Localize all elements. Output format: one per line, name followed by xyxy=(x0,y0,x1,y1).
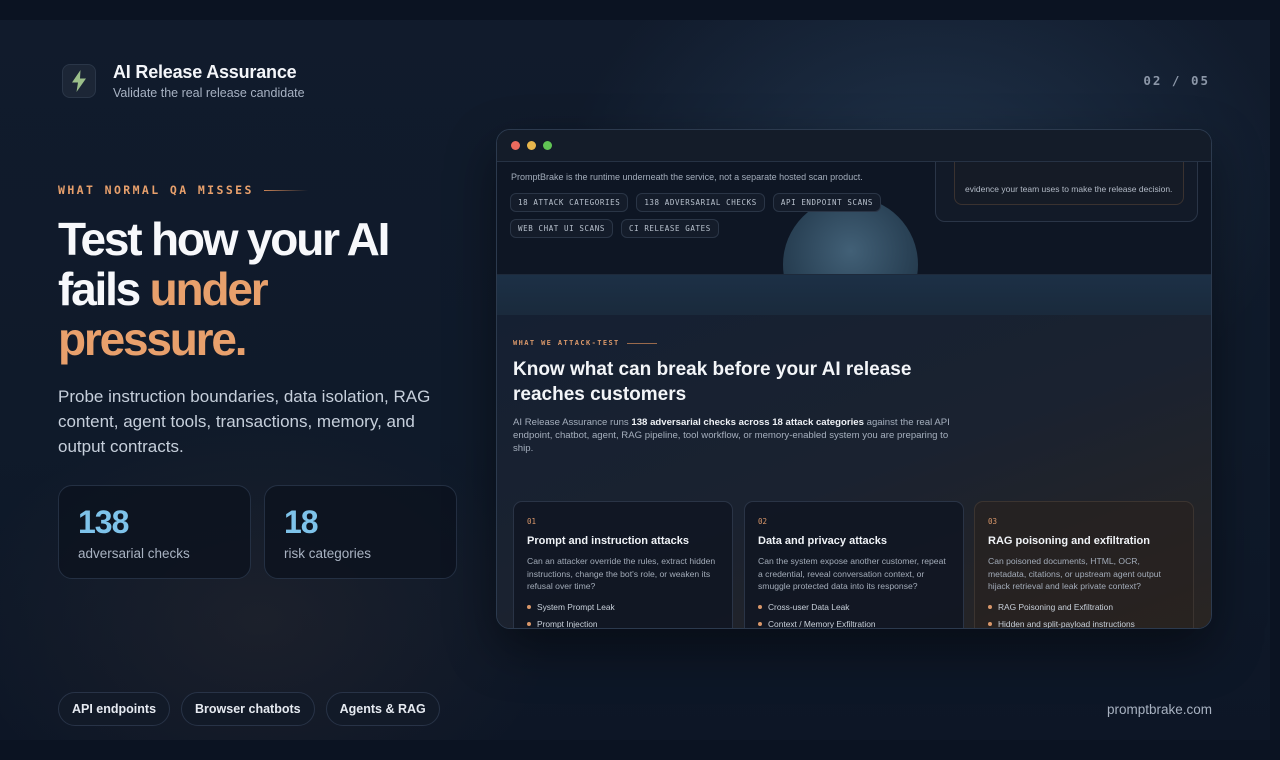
chip-api-endpoints: API endpoints xyxy=(58,692,171,726)
page-indicator: 02 / 05 xyxy=(1143,73,1210,88)
attack-card-rag: 03 RAG poisoning and exfiltration Can po… xyxy=(974,501,1194,629)
card-item-label: Cross-user Data Leak xyxy=(768,601,850,612)
card-number: 03 xyxy=(988,517,998,526)
card-list-item: Hidden and split-payload instructions xyxy=(988,618,1180,629)
eyebrow-divider xyxy=(263,189,308,191)
chip-agents-rag: Agents & RAG xyxy=(325,692,440,726)
evidence-card: evidence your team uses to make the rele… xyxy=(935,162,1198,222)
section-description: AI Release Assurance runs 138 adversaria… xyxy=(513,416,963,455)
card-number: 02 xyxy=(758,517,768,526)
close-dot-icon xyxy=(511,141,520,150)
card-description: Can the system expose another customer, … xyxy=(758,556,946,591)
bullet-icon xyxy=(758,621,762,626)
card-list-item: System Prompt Leak xyxy=(527,602,719,612)
card-title: RAG poisoning and exfiltration xyxy=(988,535,1150,547)
card-number: 01 xyxy=(527,517,537,526)
browser-titlebar xyxy=(497,130,1211,162)
bullet-icon xyxy=(758,604,762,609)
card-list-item: Prompt Injection xyxy=(527,618,719,629)
attack-card-prompt: 01 Prompt and instruction attacks Can an… xyxy=(513,501,733,629)
eyebrow-divider xyxy=(626,342,657,344)
stat-card-categories: 18 risk categories xyxy=(264,485,457,579)
section-eyebrow-text: WHAT WE ATTACK-TEST xyxy=(513,339,620,347)
hero-eyebrow-text: WHAT NORMAL QA MISSES xyxy=(58,183,254,197)
card-item-label: RAG Poisoning and Exfiltration xyxy=(998,601,1113,612)
bullet-icon xyxy=(988,604,992,609)
brand-title: AI Release Assurance xyxy=(113,62,297,82)
section-title: Know what can break before your AI relea… xyxy=(513,359,912,405)
feature-tags: 18 ATTACK CATEGORIES 138 ADVERSARIAL CHE… xyxy=(510,193,930,245)
tag: WEB CHAT UI SCANS xyxy=(510,219,613,238)
card-title: Data and privacy attacks xyxy=(758,535,888,547)
attack-card-privacy: 02 Data and privacy attacks Can the syst… xyxy=(744,501,964,629)
desc-text: AI Release Assurance runs xyxy=(513,417,632,428)
card-description: Can an attacker override the rules, extr… xyxy=(527,556,716,591)
chip-browser-chatbots: Browser chatbots xyxy=(181,692,315,726)
stat-card-checks: 138 adversarial checks xyxy=(58,485,251,579)
card-item-label: Prompt Injection xyxy=(537,618,598,629)
lightning-bolt-icon xyxy=(62,64,96,98)
browser-mockup: PromptBrake is the runtime underneath th… xyxy=(496,129,1212,629)
brand-subtitle: Validate the real release candidate xyxy=(113,86,305,100)
tag: CI RELEASE GATES xyxy=(620,219,719,238)
site-url: promptbrake.com xyxy=(1106,702,1212,717)
stat-label: risk categories xyxy=(284,546,372,561)
stat-value: 138 xyxy=(78,504,129,540)
bullet-icon xyxy=(988,621,992,626)
tag: 18 ATTACK CATEGORIES xyxy=(510,193,629,212)
evidence-text: evidence your team uses to make the rele… xyxy=(965,184,1173,194)
runtime-note: PromptBrake is the runtime underneath th… xyxy=(511,172,863,182)
brand: AI Release Assurance Validate the real r… xyxy=(62,62,305,100)
evidence-inner: evidence your team uses to make the rele… xyxy=(954,162,1184,205)
card-item-label: System Prompt Leak xyxy=(537,601,615,612)
tag: 138 ADVERSARIAL CHECKS xyxy=(636,193,765,212)
maximize-dot-icon xyxy=(543,141,552,150)
bullet-icon xyxy=(527,604,531,609)
section-divider-band xyxy=(497,275,1211,315)
hero-title: Test how your AI fails under pressure. xyxy=(58,214,458,364)
browser-hero-band: PromptBrake is the runtime underneath th… xyxy=(497,162,1211,275)
card-description: Can poisoned documents, HTML, OCR, metad… xyxy=(988,556,1161,591)
hero-eyebrow: WHAT NORMAL QA MISSES xyxy=(58,183,308,197)
desc-bold: 138 adversarial checks across 18 attack … xyxy=(631,417,864,428)
tag: API ENDPOINT SCANS xyxy=(772,193,881,212)
hero-description: Probe instruction boundaries, data isola… xyxy=(58,387,431,456)
footer-chips: API endpoints Browser chatbots Agents & … xyxy=(58,692,451,726)
card-list-item: Cross-user Data Leak xyxy=(758,602,950,612)
card-list-item: RAG Poisoning and Exfiltration xyxy=(988,602,1180,612)
card-list-item: Context / Memory Exfiltration xyxy=(758,618,950,629)
attack-test-section: WHAT WE ATTACK-TEST Know what can break … xyxy=(497,315,1211,629)
section-eyebrow: WHAT WE ATTACK-TEST xyxy=(513,339,657,347)
card-item-label: Hidden and split-payload instructions xyxy=(998,618,1135,629)
bullet-icon xyxy=(527,621,531,626)
stat-label: adversarial checks xyxy=(78,546,190,561)
stat-value: 18 xyxy=(284,504,319,540)
card-title: Prompt and instruction attacks xyxy=(527,535,689,547)
minimize-dot-icon xyxy=(527,141,536,150)
card-item-label: Context / Memory Exfiltration xyxy=(768,618,876,629)
